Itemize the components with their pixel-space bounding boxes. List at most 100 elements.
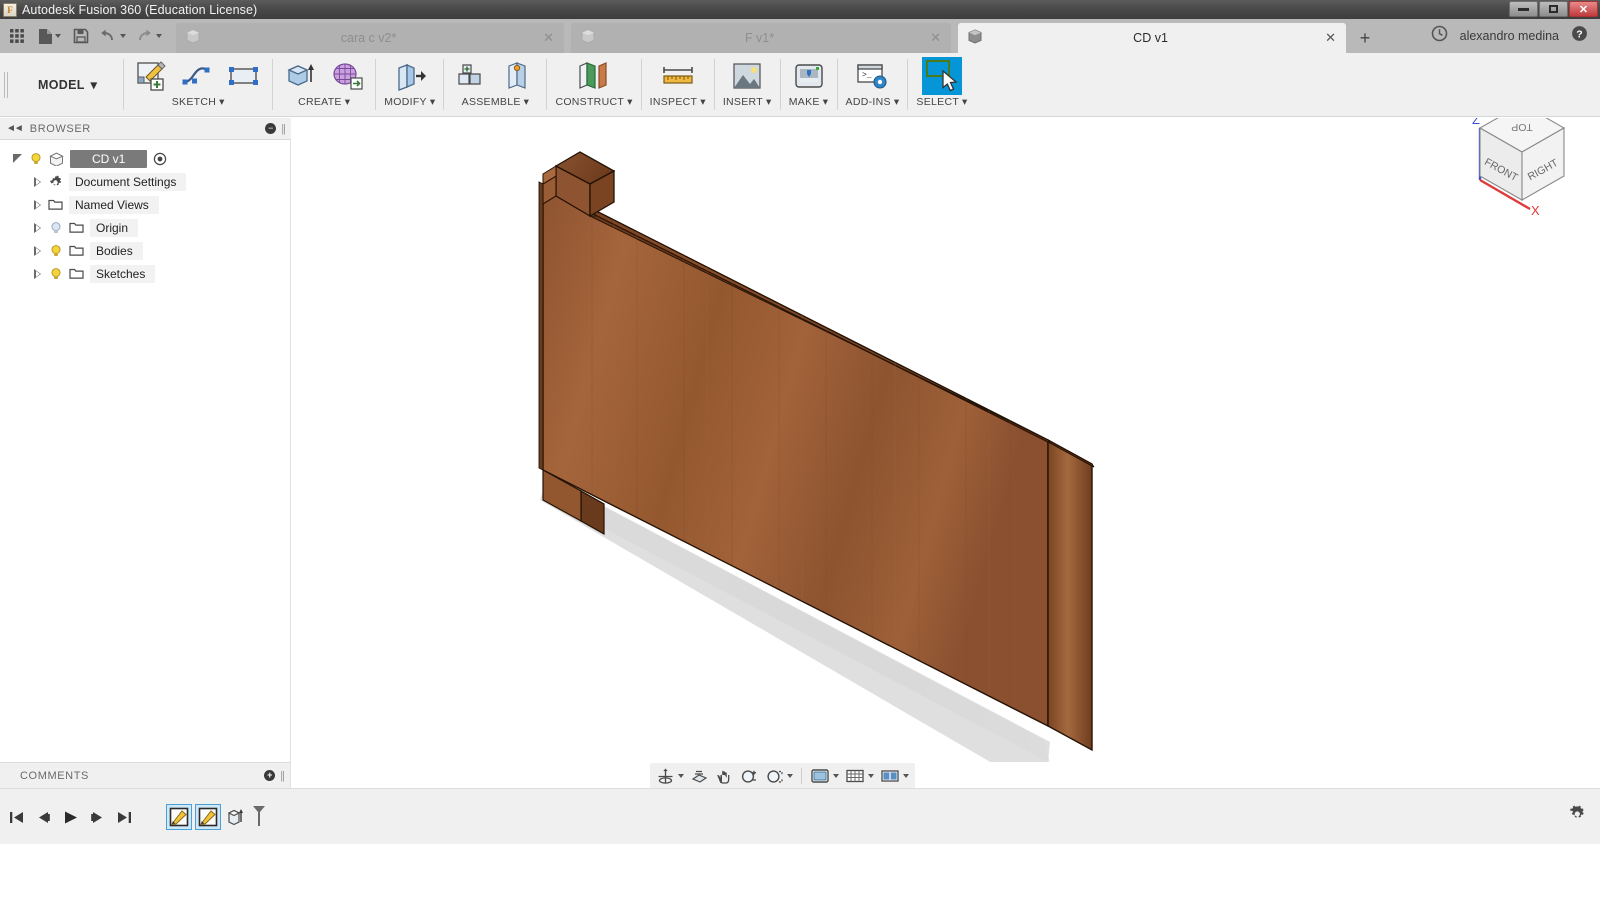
close-button[interactable]: ✕ — [1569, 1, 1598, 17]
ribbon-group-label-modify[interactable]: MODIFY ▾ — [384, 96, 435, 108]
timeline-feature-sketch-1[interactable] — [166, 804, 192, 830]
add-comment-icon[interactable]: + — [264, 770, 276, 781]
undo-icon[interactable] — [96, 22, 130, 50]
browser-item-document-settings[interactable]: Document Settings — [0, 170, 290, 193]
document-tab-f[interactable]: F v1* ✕ — [571, 23, 951, 53]
expand-arrow-icon[interactable] — [32, 222, 42, 233]
ribbon-group-label-sketch[interactable]: SKETCH ▾ — [172, 96, 225, 108]
play-icon[interactable] — [58, 802, 82, 832]
tab-close-icon[interactable]: ✕ — [1325, 30, 1336, 46]
grid-snap-icon[interactable] — [843, 764, 876, 788]
browser-item-label: Named Views — [69, 195, 159, 214]
ribbon-group-label-insert[interactable]: INSERT ▾ — [723, 96, 772, 108]
viewports-icon[interactable] — [878, 764, 911, 788]
timeline-marker-icon[interactable] — [247, 802, 271, 832]
visibility-bulb-icon[interactable] — [28, 151, 43, 166]
joint-icon[interactable] — [498, 57, 538, 95]
fit-icon[interactable] — [763, 764, 795, 788]
spline-icon[interactable] — [178, 57, 218, 95]
visibility-bulb-icon[interactable] — [48, 220, 63, 235]
new-tab-button[interactable]: + — [1351, 23, 1379, 53]
ribbon-group-addins: >_ ADD-INS ▾ — [838, 53, 908, 116]
group-label: INSERT — [722, 96, 763, 108]
ribbon-group-label-construct[interactable]: CONSTRUCT ▾ — [555, 96, 632, 108]
3d-viewport[interactable]: Z X TOP FRONT RIGHT — [292, 118, 1600, 762]
3d-print-icon[interactable] — [789, 57, 829, 95]
ribbon-group-label-create[interactable]: CREATE ▾ — [298, 96, 350, 108]
browser-root-node[interactable]: CD v1 — [0, 147, 290, 170]
collapse-left-icon[interactable]: ◄◄ — [6, 123, 24, 134]
model-render[interactable] — [292, 118, 1600, 762]
tab-close-icon[interactable]: ✕ — [543, 30, 554, 46]
group-label: CONSTRUCT — [555, 96, 625, 108]
minimize-button[interactable] — [1509, 1, 1538, 17]
expand-arrow-icon[interactable] — [12, 154, 22, 164]
insert-image-icon[interactable] — [727, 57, 767, 95]
visibility-bulb-icon[interactable] — [48, 266, 63, 281]
expand-arrow-icon[interactable] — [32, 176, 42, 187]
group-label: MODIFY — [384, 96, 427, 108]
scripts-addins-icon[interactable]: >_ — [852, 57, 892, 95]
go-to-beginning-icon[interactable] — [4, 802, 28, 832]
expand-arrow-icon[interactable] — [32, 268, 42, 279]
user-name-label[interactable]: alexandro medina — [1460, 29, 1559, 43]
restore-button[interactable] — [1539, 1, 1568, 17]
browser-item-named-views[interactable]: Named Views — [0, 193, 290, 216]
redo-icon[interactable] — [132, 22, 166, 50]
timeline-feature-sketch-2[interactable] — [195, 804, 221, 830]
look-at-icon[interactable] — [688, 764, 711, 788]
go-to-end-icon[interactable] — [112, 802, 136, 832]
file-menu-icon[interactable] — [32, 22, 66, 50]
save-icon[interactable] — [68, 22, 94, 50]
chevron-down-icon — [868, 774, 874, 778]
new-component-icon[interactable] — [452, 57, 492, 95]
orbit-icon[interactable] — [654, 764, 686, 788]
expand-arrow-icon[interactable] — [32, 199, 42, 210]
workspace-selector[interactable]: MODEL ▾ — [12, 53, 123, 116]
chevron-down-icon: ▾ — [765, 96, 772, 108]
pan-icon[interactable] — [713, 764, 736, 788]
tab-label: cara c v2* — [340, 31, 397, 45]
folder-icon — [48, 198, 63, 211]
panel-resize-grip[interactable]: || — [281, 123, 286, 135]
document-tab-cd[interactable]: CD v1 ✕ — [958, 23, 1346, 53]
document-tab-cara-c[interactable]: cara c v2* ✕ — [176, 23, 564, 53]
ribbon-group-label-inspect[interactable]: INSPECT ▾ — [650, 96, 706, 108]
browser-item-bodies[interactable]: Bodies — [0, 239, 290, 262]
ribbon-group-label-select[interactable]: SELECT ▾ — [916, 96, 967, 108]
measure-icon[interactable] — [658, 57, 698, 95]
ribbon-group-label-make[interactable]: MAKE ▾ — [789, 96, 829, 108]
divider — [801, 768, 802, 784]
panel-resize-grip[interactable]: || — [280, 770, 285, 782]
ribbon-group-label-assemble[interactable]: ASSEMBLE ▾ — [462, 96, 530, 108]
timeline-settings-gear-icon[interactable] — [1566, 802, 1588, 824]
create-sketch-icon[interactable] — [132, 57, 172, 95]
step-forward-icon[interactable] — [85, 802, 109, 832]
create-form-icon[interactable] — [327, 57, 367, 95]
target-icon[interactable] — [153, 152, 167, 166]
offset-plane-icon[interactable] — [574, 57, 614, 95]
clock-icon[interactable] — [1431, 25, 1448, 47]
press-pull-icon[interactable] — [390, 57, 430, 95]
chevron-down-icon: ▾ — [90, 78, 98, 92]
browser-item-origin[interactable]: Origin — [0, 216, 290, 239]
select-window-icon[interactable] — [922, 57, 962, 95]
browser-item-label: Sketches — [90, 264, 156, 283]
viewcube[interactable]: Z X TOP FRONT RIGHT — [1418, 118, 1588, 215]
ribbon-group-label-addins[interactable]: ADD-INS ▾ — [846, 96, 900, 108]
browser-item-sketches[interactable]: Sketches — [0, 262, 290, 285]
tab-close-icon[interactable]: ✕ — [930, 30, 941, 46]
collapse-all-icon[interactable]: − — [265, 123, 277, 134]
ribbon-group-inspect: INSPECT ▾ — [642, 53, 714, 116]
display-settings-icon[interactable] — [808, 764, 841, 788]
step-back-icon[interactable] — [31, 802, 55, 832]
visibility-bulb-icon[interactable] — [48, 243, 63, 258]
cube-icon — [968, 29, 982, 47]
zoom-icon[interactable] — [738, 764, 761, 788]
workspace-label: MODEL — [38, 77, 85, 92]
help-icon[interactable]: ? — [1571, 25, 1588, 47]
rectangle-icon[interactable] — [224, 57, 264, 95]
show-data-panel-icon[interactable] — [4, 22, 30, 50]
extrude-icon[interactable] — [281, 57, 321, 95]
expand-arrow-icon[interactable] — [32, 245, 42, 256]
